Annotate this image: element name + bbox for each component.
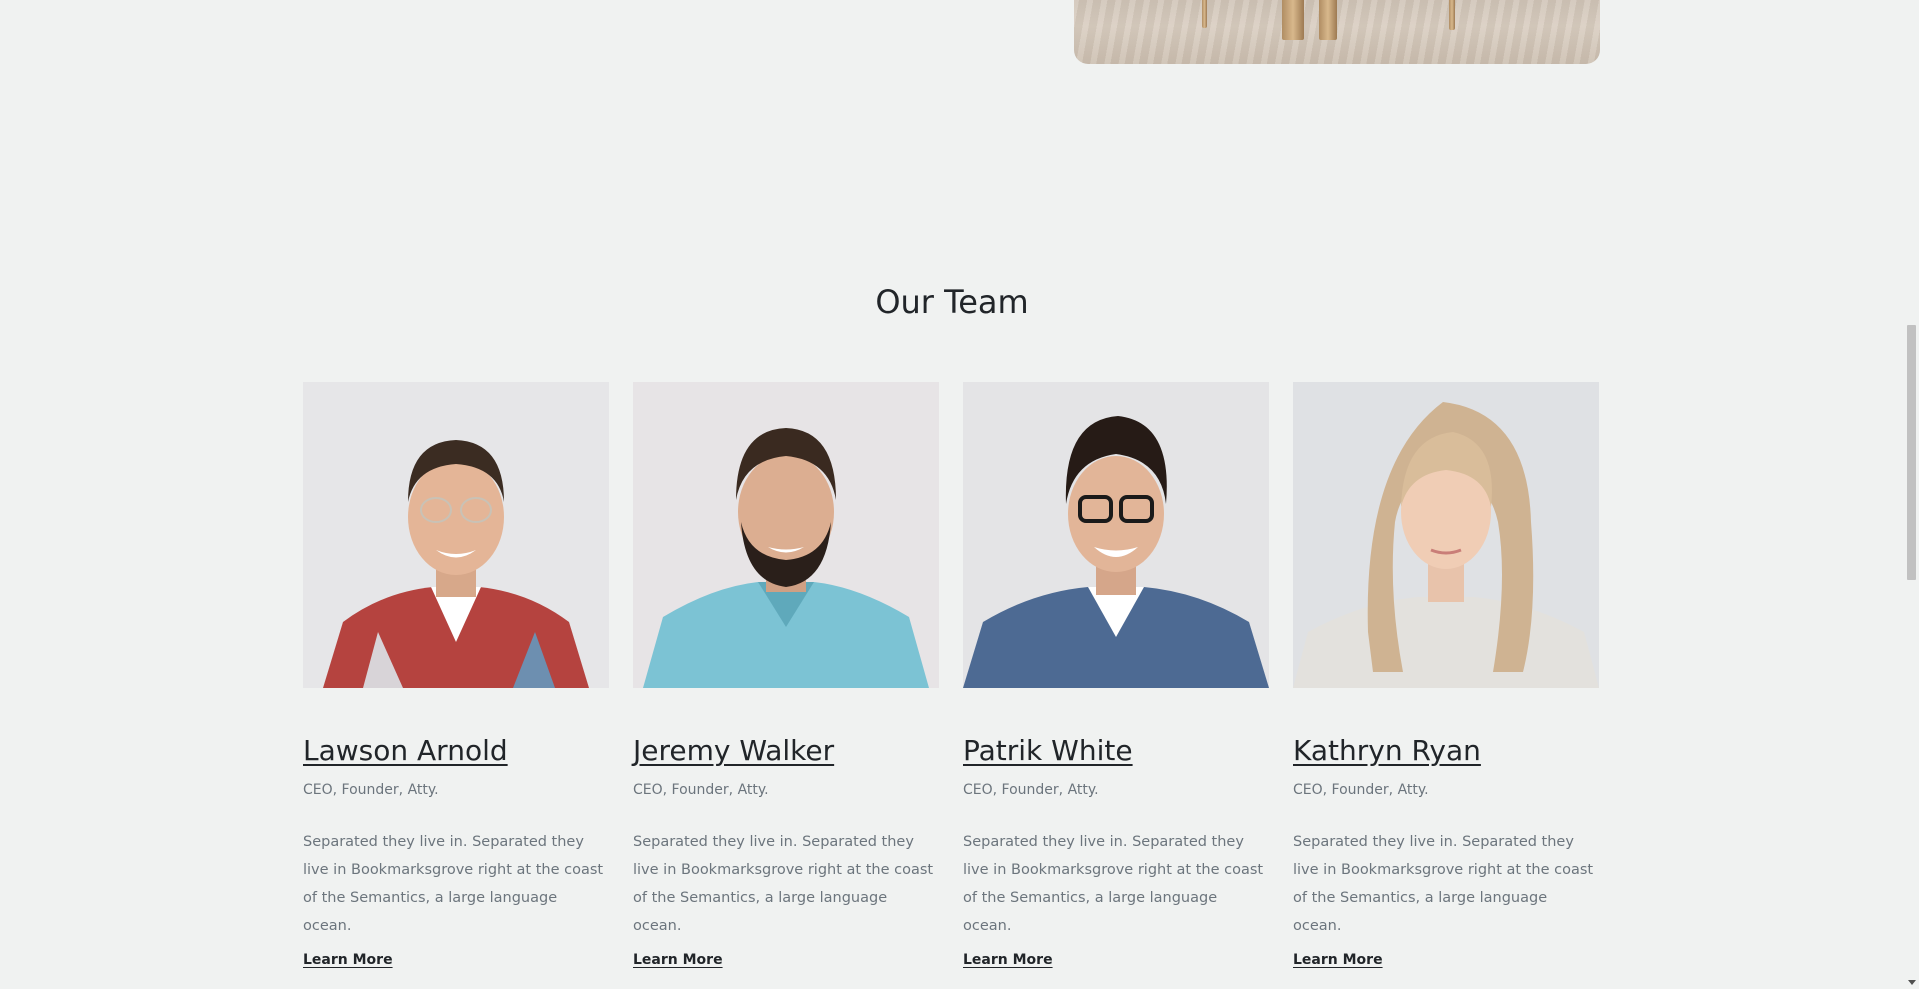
learn-more-link[interactable]: Learn More (963, 952, 1053, 968)
scroll-down-arrow-icon[interactable] (1908, 980, 1916, 985)
member-description: Separated they live in. Separated they l… (633, 834, 934, 934)
team-card: Jeremy Walker CEO, Founder, Atty. Separa… (633, 382, 939, 968)
member-role: CEO, Founder, Atty. (963, 782, 1099, 798)
member-role: CEO, Founder, Atty. (1293, 782, 1429, 798)
member-role: CEO, Founder, Atty. (303, 782, 439, 798)
learn-more-link[interactable]: Learn More (633, 952, 723, 968)
learn-more-link[interactable]: Learn More (303, 952, 393, 968)
portrait-man-beard (643, 428, 929, 688)
member-photo (1293, 382, 1599, 688)
member-description: Separated they live in. Separated they l… (303, 834, 604, 934)
page: Our Team Lawson Arnold CEO, Founder, Att… (0, 0, 1919, 989)
member-photo (633, 382, 939, 688)
team-card: Patrik White CEO, Founder, Atty. Separat… (963, 382, 1269, 968)
team-card: Lawson Arnold CEO, Founder, Atty. Separa… (303, 382, 609, 968)
member-name[interactable]: Lawson Arnold (303, 734, 508, 768)
portrait-man-black-glasses (963, 416, 1269, 688)
furniture-photo (1074, 0, 1600, 64)
learn-more-link[interactable]: Learn More (1293, 952, 1383, 968)
vertical-scrollbar[interactable] (1904, 0, 1919, 989)
chair-leg (1319, 0, 1337, 40)
floor-texture (1074, 0, 1600, 64)
member-photo (303, 382, 609, 688)
team-card: Kathryn Ryan CEO, Founder, Atty. Separat… (1293, 382, 1599, 968)
member-name[interactable]: Jeremy Walker (633, 734, 834, 768)
member-description: Separated they live in. Separated they l… (1293, 834, 1594, 934)
chair-leg (1202, 0, 1207, 28)
section-title: Our Team (875, 283, 1029, 321)
scrollbar-thumb[interactable] (1907, 325, 1916, 580)
member-photo (963, 382, 1269, 688)
portrait-woman-blonde (1293, 402, 1599, 688)
member-role: CEO, Founder, Atty. (633, 782, 769, 798)
portrait-man-glasses (323, 440, 589, 688)
member-name[interactable]: Patrik White (963, 734, 1133, 768)
chair-leg (1449, 0, 1455, 30)
member-name[interactable]: Kathryn Ryan (1293, 734, 1481, 768)
chair-leg (1282, 0, 1304, 40)
member-description: Separated they live in. Separated they l… (963, 834, 1264, 934)
